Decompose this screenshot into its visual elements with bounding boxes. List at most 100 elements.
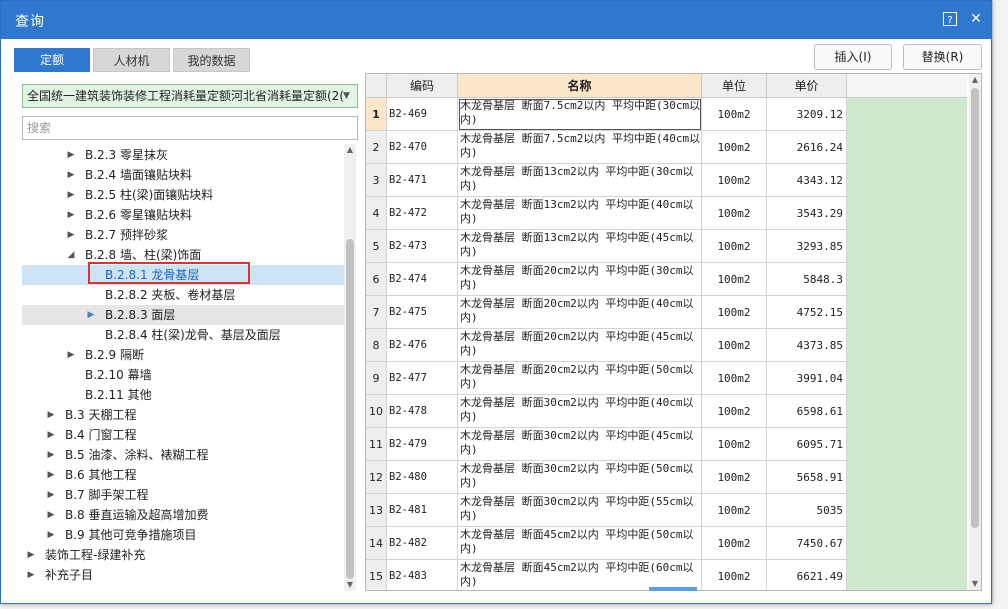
expand-arrow-icon[interactable]: ▶ [66,165,76,185]
expand-arrow-icon[interactable]: ▶ [46,525,56,545]
cell-code[interactable]: B2-477 [387,362,458,395]
cell-code[interactable]: B2-480 [387,461,458,494]
row-number[interactable]: 3 [366,164,387,197]
cell-unit[interactable]: 100m2 [702,263,767,296]
cell-name[interactable]: 木龙骨基层 断面13cm2以内 平均中距(40cm以内) [458,197,702,230]
table-header-name[interactable]: 名称 [458,74,702,98]
cell-unit[interactable]: 100m2 [702,131,767,164]
table-header-unit[interactable]: 单位 [702,74,767,98]
tree-item[interactable]: ▶ B.2.5 柱(梁)面镶贴块料 [22,185,344,205]
row-number[interactable]: 14 [366,527,387,560]
cell-name[interactable]: 木龙骨基层 断面13cm2以内 平均中距(45cm以内) [458,230,702,263]
cell-price[interactable]: 3543.29 [767,197,847,230]
scroll-down-icon[interactable]: ▼ [344,579,356,591]
cell-name[interactable]: 木龙骨基层 断面30cm2以内 平均中距(40cm以内) [458,395,702,428]
row-number[interactable]: 1 [366,98,387,131]
cell-price[interactable]: 3991.04 [767,362,847,395]
tree-item[interactable]: ▶ B.2.8.3 面层 [22,305,344,325]
cell-name[interactable]: 木龙骨基层 断面7.5cm2以内 平均中距(40cm以内) [458,131,702,164]
expand-arrow-icon[interactable]: ▶ [66,205,76,225]
row-number[interactable]: 7 [366,296,387,329]
scroll-down-icon[interactable]: ▼ [969,578,981,590]
expand-arrow-icon[interactable]: ▶ [46,485,56,505]
cell-code[interactable]: B2-482 [387,527,458,560]
expand-arrow-icon[interactable]: ▶ [66,185,76,205]
cell-unit[interactable]: 100m2 [702,527,767,560]
cell-name[interactable]: 木龙骨基层 断面20cm2以内 平均中距(50cm以内) [458,362,702,395]
cell-price[interactable]: 3293.85 [767,230,847,263]
tree-scrollbar-thumb[interactable] [346,239,354,579]
cell-price[interactable]: 5848.3 [767,263,847,296]
tree-item[interactable]: ▶ B.2.6 零星镶贴块料 [22,205,344,225]
cell-code[interactable]: B2-476 [387,329,458,362]
quota-library-select[interactable]: 全国统一建筑装饰装修工程消耗量定额河北省消耗量定额(2( ▼ [22,84,358,108]
cell-code[interactable]: B2-473 [387,230,458,263]
cell-unit[interactable]: 100m2 [702,428,767,461]
tree-item[interactable]: B.2.8.4 柱(梁)龙骨、基层及面层 [22,325,344,345]
cell-code[interactable]: B2-483 [387,560,458,590]
cell-name[interactable]: 木龙骨基层 断面30cm2以内 平均中距(45cm以内) [458,428,702,461]
cell-unit[interactable]: 100m2 [702,461,767,494]
tree-item[interactable]: ▶ B.9 其他可竞争措施项目 [22,525,344,545]
cell-code[interactable]: B2-471 [387,164,458,197]
close-icon[interactable]: ✕ [967,10,985,28]
cell-name[interactable]: 木龙骨基层 断面7.5cm2以内 平均中距(30cm以内) [458,98,702,131]
tree-item[interactable]: ▶ B.5 油漆、涂料、裱糊工程 [22,445,344,465]
expand-arrow-icon[interactable]: ▶ [66,225,76,245]
row-number[interactable]: 15 [366,560,387,590]
cell-code[interactable]: B2-470 [387,131,458,164]
scroll-up-icon[interactable]: ▲ [969,74,981,86]
expand-arrow-icon[interactable]: ▶ [46,445,56,465]
replace-button[interactable]: 替换(R) [903,44,982,70]
splitter-handle[interactable] [649,587,697,591]
expand-arrow-icon[interactable]: ▶ [86,305,96,325]
tab-my-data[interactable]: 我的数据 [173,48,250,72]
cell-name[interactable]: 木龙骨基层 断面20cm2以内 平均中距(30cm以内) [458,263,702,296]
expand-arrow-icon[interactable]: ▶ [66,145,76,165]
row-number[interactable]: 5 [366,230,387,263]
cell-price[interactable]: 6621.49 [767,560,847,590]
expand-arrow-icon[interactable]: ▶ [46,465,56,485]
tree-item[interactable]: ▶ B.8 垂直运输及超高增加费 [22,505,344,525]
tab-labor-material-machine[interactable]: 人材机 [93,48,170,72]
search-input[interactable] [22,116,358,140]
cell-price[interactable]: 6598.61 [767,395,847,428]
expand-arrow-icon[interactable]: ▶ [46,405,56,425]
row-number[interactable]: 11 [366,428,387,461]
tree-item[interactable]: ▶ 装饰工程-绿建补充 [22,545,344,565]
tree-item[interactable]: ▶ B.2.9 隔断 [22,345,344,365]
tree-item[interactable]: ▶ 补充子目 [22,565,344,585]
tree-item[interactable]: B.2.11 其他 [22,385,344,405]
tree-item[interactable]: ▶ B.4 门窗工程 [22,425,344,445]
expand-arrow-icon[interactable]: ▶ [46,505,56,525]
cell-name[interactable]: 木龙骨基层 断面20cm2以内 平均中距(45cm以内) [458,329,702,362]
expand-arrow-icon[interactable]: ▶ [66,345,76,365]
expand-arrow-icon[interactable]: ▶ [26,545,36,565]
cell-price[interactable]: 7450.67 [767,527,847,560]
cell-name[interactable]: 木龙骨基层 断面13cm2以内 平均中距(30cm以内) [458,164,702,197]
cell-code[interactable]: B2-474 [387,263,458,296]
tree-scrollbar[interactable]: ▲ ▼ [344,144,356,591]
cell-code[interactable]: B2-481 [387,494,458,527]
insert-button[interactable]: 插入(I) [814,44,892,70]
cell-code[interactable]: B2-475 [387,296,458,329]
row-number[interactable]: 13 [366,494,387,527]
cell-price[interactable]: 4752.15 [767,296,847,329]
cell-code[interactable]: B2-479 [387,428,458,461]
cell-unit[interactable]: 100m2 [702,230,767,263]
cell-price[interactable]: 5658.91 [767,461,847,494]
row-number[interactable]: 10 [366,395,387,428]
cell-code[interactable]: B2-472 [387,197,458,230]
expand-arrow-icon[interactable]: ▶ [26,565,36,585]
cell-unit[interactable]: 100m2 [702,296,767,329]
row-number[interactable]: 6 [366,263,387,296]
tab-quota[interactable]: 定额 [14,48,90,72]
tree-item[interactable]: B.2.10 幕墙 [22,365,344,385]
tree-item[interactable]: ▶ B.7 脚手架工程 [22,485,344,505]
cell-name[interactable]: 木龙骨基层 断面20cm2以内 平均中距(40cm以内) [458,296,702,329]
cell-price[interactable]: 4343.12 [767,164,847,197]
expand-arrow-icon[interactable]: ▶ [46,425,56,445]
row-number[interactable]: 8 [366,329,387,362]
tree-item[interactable]: ▶ B.6 其他工程 [22,465,344,485]
cell-unit[interactable]: 100m2 [702,494,767,527]
